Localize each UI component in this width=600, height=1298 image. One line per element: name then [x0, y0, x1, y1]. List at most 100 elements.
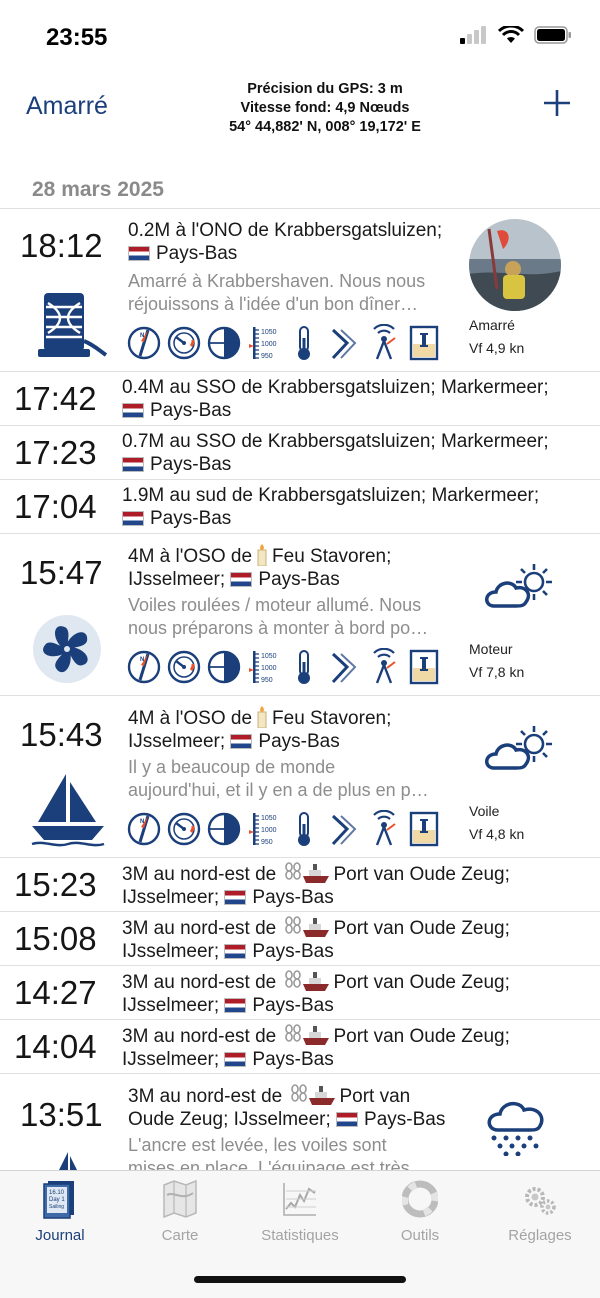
- speedometer-icon: [167, 324, 201, 362]
- log-entry[interactable]: 17:04 1.9M au sud de Krabbersgatsluizen;…: [0, 479, 600, 533]
- tank-level-icon: [407, 324, 441, 362]
- weather-partly-cloudy-icon: [480, 720, 560, 780]
- svg-text:16.10: 16.10: [49, 1190, 65, 1196]
- svg-text:1050: 1050: [261, 329, 277, 336]
- lighthouse-icon: [256, 706, 268, 729]
- sailboat-icon: [31, 774, 105, 847]
- flag-netherlands-icon: [224, 944, 247, 959]
- lighthouse-icon: [256, 544, 268, 567]
- entry-photo[interactable]: [469, 219, 561, 311]
- entry-time: 14:04: [14, 1028, 97, 1065]
- speedometer-icon: [167, 648, 201, 686]
- entry-location: 0.2M à l'ONO de Krabbersgatsluizen; Pays…: [128, 220, 443, 264]
- tank-level-icon: [407, 810, 441, 848]
- entry-time: 15:23: [14, 866, 97, 903]
- entry-time: 18:12: [20, 227, 103, 264]
- log-entry[interactable]: 17:42 0.4M au SSO de Krabbersgatsluizen;…: [0, 371, 600, 425]
- tab-statistiques[interactable]: Statistiques: [240, 1171, 360, 1261]
- log-entry[interactable]: 15:43 4M à l'OSO de Feu Stavoren; IJsselm…: [0, 695, 600, 857]
- status-time: 23:55: [46, 24, 108, 51]
- log-entry[interactable]: 14:27 3M au nord-est de Port van Oude Ze…: [0, 965, 600, 1019]
- entry-location: 0.4M au SSO de Krabbersgatsluizen; Marke…: [122, 377, 549, 421]
- log-entry[interactable]: 18:12 0.2M à l'ONO de Krabbersgatsluizen…: [0, 208, 600, 371]
- weather-partly-cloudy-icon: [480, 558, 560, 618]
- svg-text:1050: 1050: [261, 653, 277, 660]
- svg-text:950: 950: [261, 353, 273, 360]
- thermometer-icon: [287, 324, 321, 362]
- weather-rain-icon: [487, 1101, 544, 1156]
- home-indicator[interactable]: [194, 1276, 406, 1283]
- svg-text:1000: 1000: [261, 665, 277, 672]
- heading-icon: [207, 810, 241, 848]
- tab-reglages[interactable]: Réglages: [480, 1171, 600, 1261]
- harbour-icon: [285, 970, 330, 991]
- flag-netherlands-icon: [122, 403, 144, 418]
- entry-time: 15:47: [20, 554, 103, 591]
- entry-instruments: 1050 1000 950: [127, 324, 441, 362]
- mooring-icon: [38, 293, 108, 357]
- back-button[interactable]: Amarré: [26, 92, 108, 121]
- heading-icon: [207, 648, 241, 686]
- svg-text:1000: 1000: [261, 827, 277, 834]
- tab-label: Journal: [35, 1227, 85, 1244]
- log-entry[interactable]: 15:23 3M au nord-est de Port van Oude Ze…: [0, 857, 600, 911]
- entry-time: 17:04: [14, 488, 97, 525]
- entry-note: L'ancre est levée, les voiles sont mises…: [128, 1135, 410, 1170]
- svg-text:Day 1: Day 1: [49, 1197, 65, 1203]
- tab-label: Carte: [161, 1227, 199, 1244]
- compass-icon: [127, 810, 161, 848]
- harbour-icon: [291, 1084, 336, 1105]
- log-entry[interactable]: 13:51 3M au nord-est de Port van Oude Ze…: [0, 1073, 600, 1170]
- speedometer-icon: [167, 810, 201, 848]
- logbook-icon: 16.10 Day 1 Sailing: [43, 1181, 74, 1219]
- status-bar: 23:55: [0, 0, 600, 74]
- harbour-icon: [285, 1024, 330, 1045]
- entry-location: 3M au nord-est de Port van Oude Zeug; IJ…: [128, 1084, 446, 1130]
- entry-status: Amarré Vf 4,9 kn: [469, 317, 525, 356]
- entry-time: 17:42: [14, 380, 97, 417]
- gps-info: Précision du GPS: 3 m Vitesse fond: 4,9 …: [150, 80, 500, 137]
- status-icons: [460, 26, 572, 44]
- entry-instruments: 1050 1000 950: [127, 810, 441, 848]
- chart-icon: [283, 1183, 316, 1216]
- entry-location: 3M au nord-est de Port van Oude Zeug; IJ…: [122, 862, 510, 908]
- wind-icon: [327, 810, 361, 848]
- antenna-icon: [367, 810, 401, 848]
- thermometer-icon: [287, 648, 321, 686]
- compass-icon: [127, 648, 161, 686]
- entry-time: 14:27: [14, 974, 97, 1011]
- svg-text:Sailing: Sailing: [49, 1204, 64, 1210]
- compass-icon: [127, 324, 161, 362]
- wifi-icon: [498, 26, 524, 43]
- thermometer-icon: [287, 810, 321, 848]
- entry-note: Il y a beaucoup de monde aujourd'hui, et…: [128, 757, 429, 800]
- flag-netherlands-icon: [336, 1112, 359, 1127]
- entry-location: 4M à l'OSO de Feu Stavoren; IJsselmeer; P…: [128, 706, 392, 752]
- map-icon: [163, 1179, 197, 1219]
- tab-outils[interactable]: Outils: [360, 1171, 480, 1261]
- flag-netherlands-icon: [122, 457, 144, 472]
- entry-location: 4M à l'OSO de Feu Stavoren; IJsselmeer; P…: [128, 544, 392, 590]
- flag-netherlands-icon: [122, 511, 144, 526]
- sailboat-icon: [59, 1152, 77, 1170]
- gps-precision: Précision du GPS: 3 m: [247, 81, 403, 97]
- add-entry-button[interactable]: [542, 88, 572, 118]
- entry-location: 3M au nord-est de Port van Oude Zeug; IJ…: [122, 1024, 510, 1070]
- ground-speed: Vitesse fond: 4,9 Nœuds: [240, 100, 410, 116]
- antenna-icon: [367, 648, 401, 686]
- tank-level-icon: [407, 648, 441, 686]
- harbour-icon: [285, 862, 330, 883]
- flag-netherlands-icon: [230, 572, 253, 587]
- tab-journal[interactable]: 16.10 Day 1 Sailing Journal: [0, 1171, 120, 1261]
- flag-netherlands-icon: [224, 1052, 247, 1067]
- entry-location: 1.9M au sud de Krabbersgatsluizen; Marke…: [122, 485, 540, 529]
- log-entry[interactable]: 17:23 0.7M au SSO de Krabbersgatsluizen;…: [0, 425, 600, 479]
- tab-label: Réglages: [508, 1227, 572, 1244]
- barometer-icon: 1050 1000 950: [247, 324, 277, 360]
- log-entry[interactable]: 14:04 3M au nord-est de Port van Oude Ze…: [0, 1019, 600, 1073]
- barometer-icon: 1050 1000 950: [247, 648, 277, 684]
- log-entry[interactable]: 15:08 3M au nord-est de Port van Oude Ze…: [0, 911, 600, 965]
- log-entry[interactable]: 15:47 4M à l'OSO de Feu Stavoren; IJsselm…: [0, 533, 600, 695]
- flag-netherlands-icon: [230, 734, 253, 749]
- tab-carte[interactable]: Carte: [120, 1171, 240, 1261]
